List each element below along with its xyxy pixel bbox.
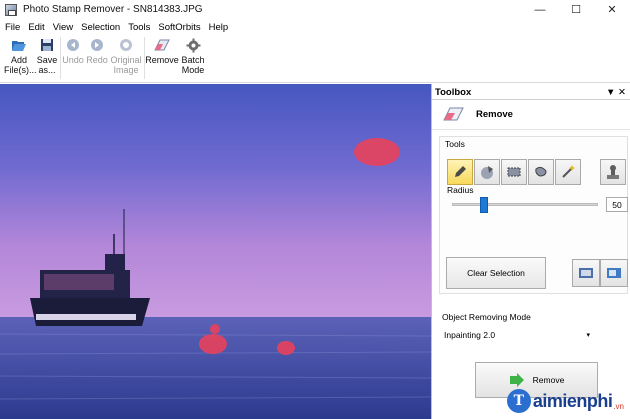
menu-selection[interactable]: Selection [81,22,120,33]
selection-mark[interactable] [354,138,400,166]
menu-edit[interactable]: Edit [28,22,44,33]
batch-mode-button[interactable]: Batch Mode [180,37,206,75]
lasso-icon [535,166,547,177]
toolbar-divider [60,37,61,79]
menu-view[interactable]: View [53,22,73,33]
menu-file[interactable]: File [5,22,20,33]
chevron-down-icon: ▾ [586,331,590,339]
toolbar: Add File(s)... Save as... Undo Redo Orig… [0,35,630,83]
load-mask-button[interactable] [572,259,600,287]
magic-wand-icon [562,165,575,178]
redo-icon [88,37,106,53]
removing-mode-select[interactable]: Inpainting 2.0 ▾ [444,327,590,342]
tools-label: Tools [445,139,465,149]
tools-group: Tools Radius 50 Clear Selection [439,136,628,294]
selection-mark[interactable] [210,324,220,334]
gear-icon [184,37,202,53]
toolbox-header: Toolbox ▼ ✕ [432,84,630,100]
batch-mode-label: Batch Mode [181,55,205,75]
rect-select-tool-button[interactable] [501,159,527,185]
save-mask-icon [607,268,621,278]
photo [0,84,431,419]
toolbox-pin-button[interactable]: ▼ ✕ [606,87,626,99]
pencil-tool-button[interactable] [447,159,473,185]
selection-mark[interactable] [277,341,295,355]
toolbox-header-title: Toolbox [435,87,472,98]
undo-button[interactable]: Undo [62,37,84,65]
remove-toolbar-button[interactable]: Remove [145,37,179,65]
window-title: Photo Stamp Remover - SN814383.JPG [23,4,203,15]
remove-button-label: Remove [532,375,565,385]
brush-tool-button[interactable] [474,159,500,185]
minimize-button[interactable]: — [522,0,558,19]
undo-label: Undo [62,55,84,65]
redo-button[interactable]: Redo [86,37,108,65]
pencil-icon [455,166,466,177]
save-mask-button[interactable] [600,259,628,287]
toolbox-title-label: Remove [476,109,513,120]
remove-toolbar-label: Remove [145,55,179,65]
selection-mark[interactable] [199,334,227,354]
menu-tools[interactable]: Tools [128,22,150,33]
rectangle-select-icon [507,167,521,177]
lasso-tool-button[interactable] [528,159,554,185]
removing-mode-value: Inpainting 2.0 [444,329,496,340]
clear-selection-button[interactable]: Clear Selection [446,257,546,289]
removing-mode-label: Object Removing Mode [442,312,531,322]
redo-label: Redo [86,55,108,65]
title-bar: Photo Stamp Remover - SN814383.JPG — ☐ ✕ [0,0,630,19]
radius-label: Radius [447,185,474,195]
stamp-icon [607,165,619,179]
watermark-logo: T aimienphi .vn [506,389,624,413]
eraser-icon [442,107,464,123]
menu-bar: File Edit View Selection Tools SoftOrbit… [0,19,630,35]
toolbox-panel: Toolbox ▼ ✕ Remove Tools Radius 50 Clear… [431,84,630,419]
eraser-icon [153,37,171,53]
save-icon [38,37,56,53]
play-arrow-icon [509,373,524,387]
radius-value-field[interactable]: 50 [606,197,628,212]
image-canvas[interactable] [0,84,431,419]
stamp-tool-button[interactable] [600,159,626,185]
undo-icon [64,37,82,53]
menu-help[interactable]: Help [209,22,229,33]
load-mask-icon [579,268,593,278]
menu-softorbits[interactable]: SoftOrbits [158,22,200,33]
brush-icon [481,166,493,179]
original-image-icon [117,37,135,53]
folder-open-icon [10,37,28,53]
app-icon [5,3,17,16]
add-files-button[interactable]: Add File(s)... [4,37,37,75]
close-button[interactable]: ✕ [594,0,630,19]
magic-wand-tool-button[interactable] [555,159,581,185]
add-files-label: Add File(s)... [4,55,37,75]
logo-t-icon: T [506,389,531,413]
toolbox-title: Remove [432,100,630,130]
watermark-brand: aimienphi [532,390,613,411]
original-image-label: Original Image [110,55,142,75]
save-as-label: Save as... [36,55,58,75]
maximize-button[interactable]: ☐ [558,0,594,19]
original-image-button[interactable]: Original Image [110,37,142,75]
radius-slider-thumb[interactable] [479,197,488,213]
save-as-button[interactable]: Save as... [36,37,58,75]
watermark-suffix: .vn [613,402,624,411]
radius-slider-track[interactable] [452,203,598,206]
